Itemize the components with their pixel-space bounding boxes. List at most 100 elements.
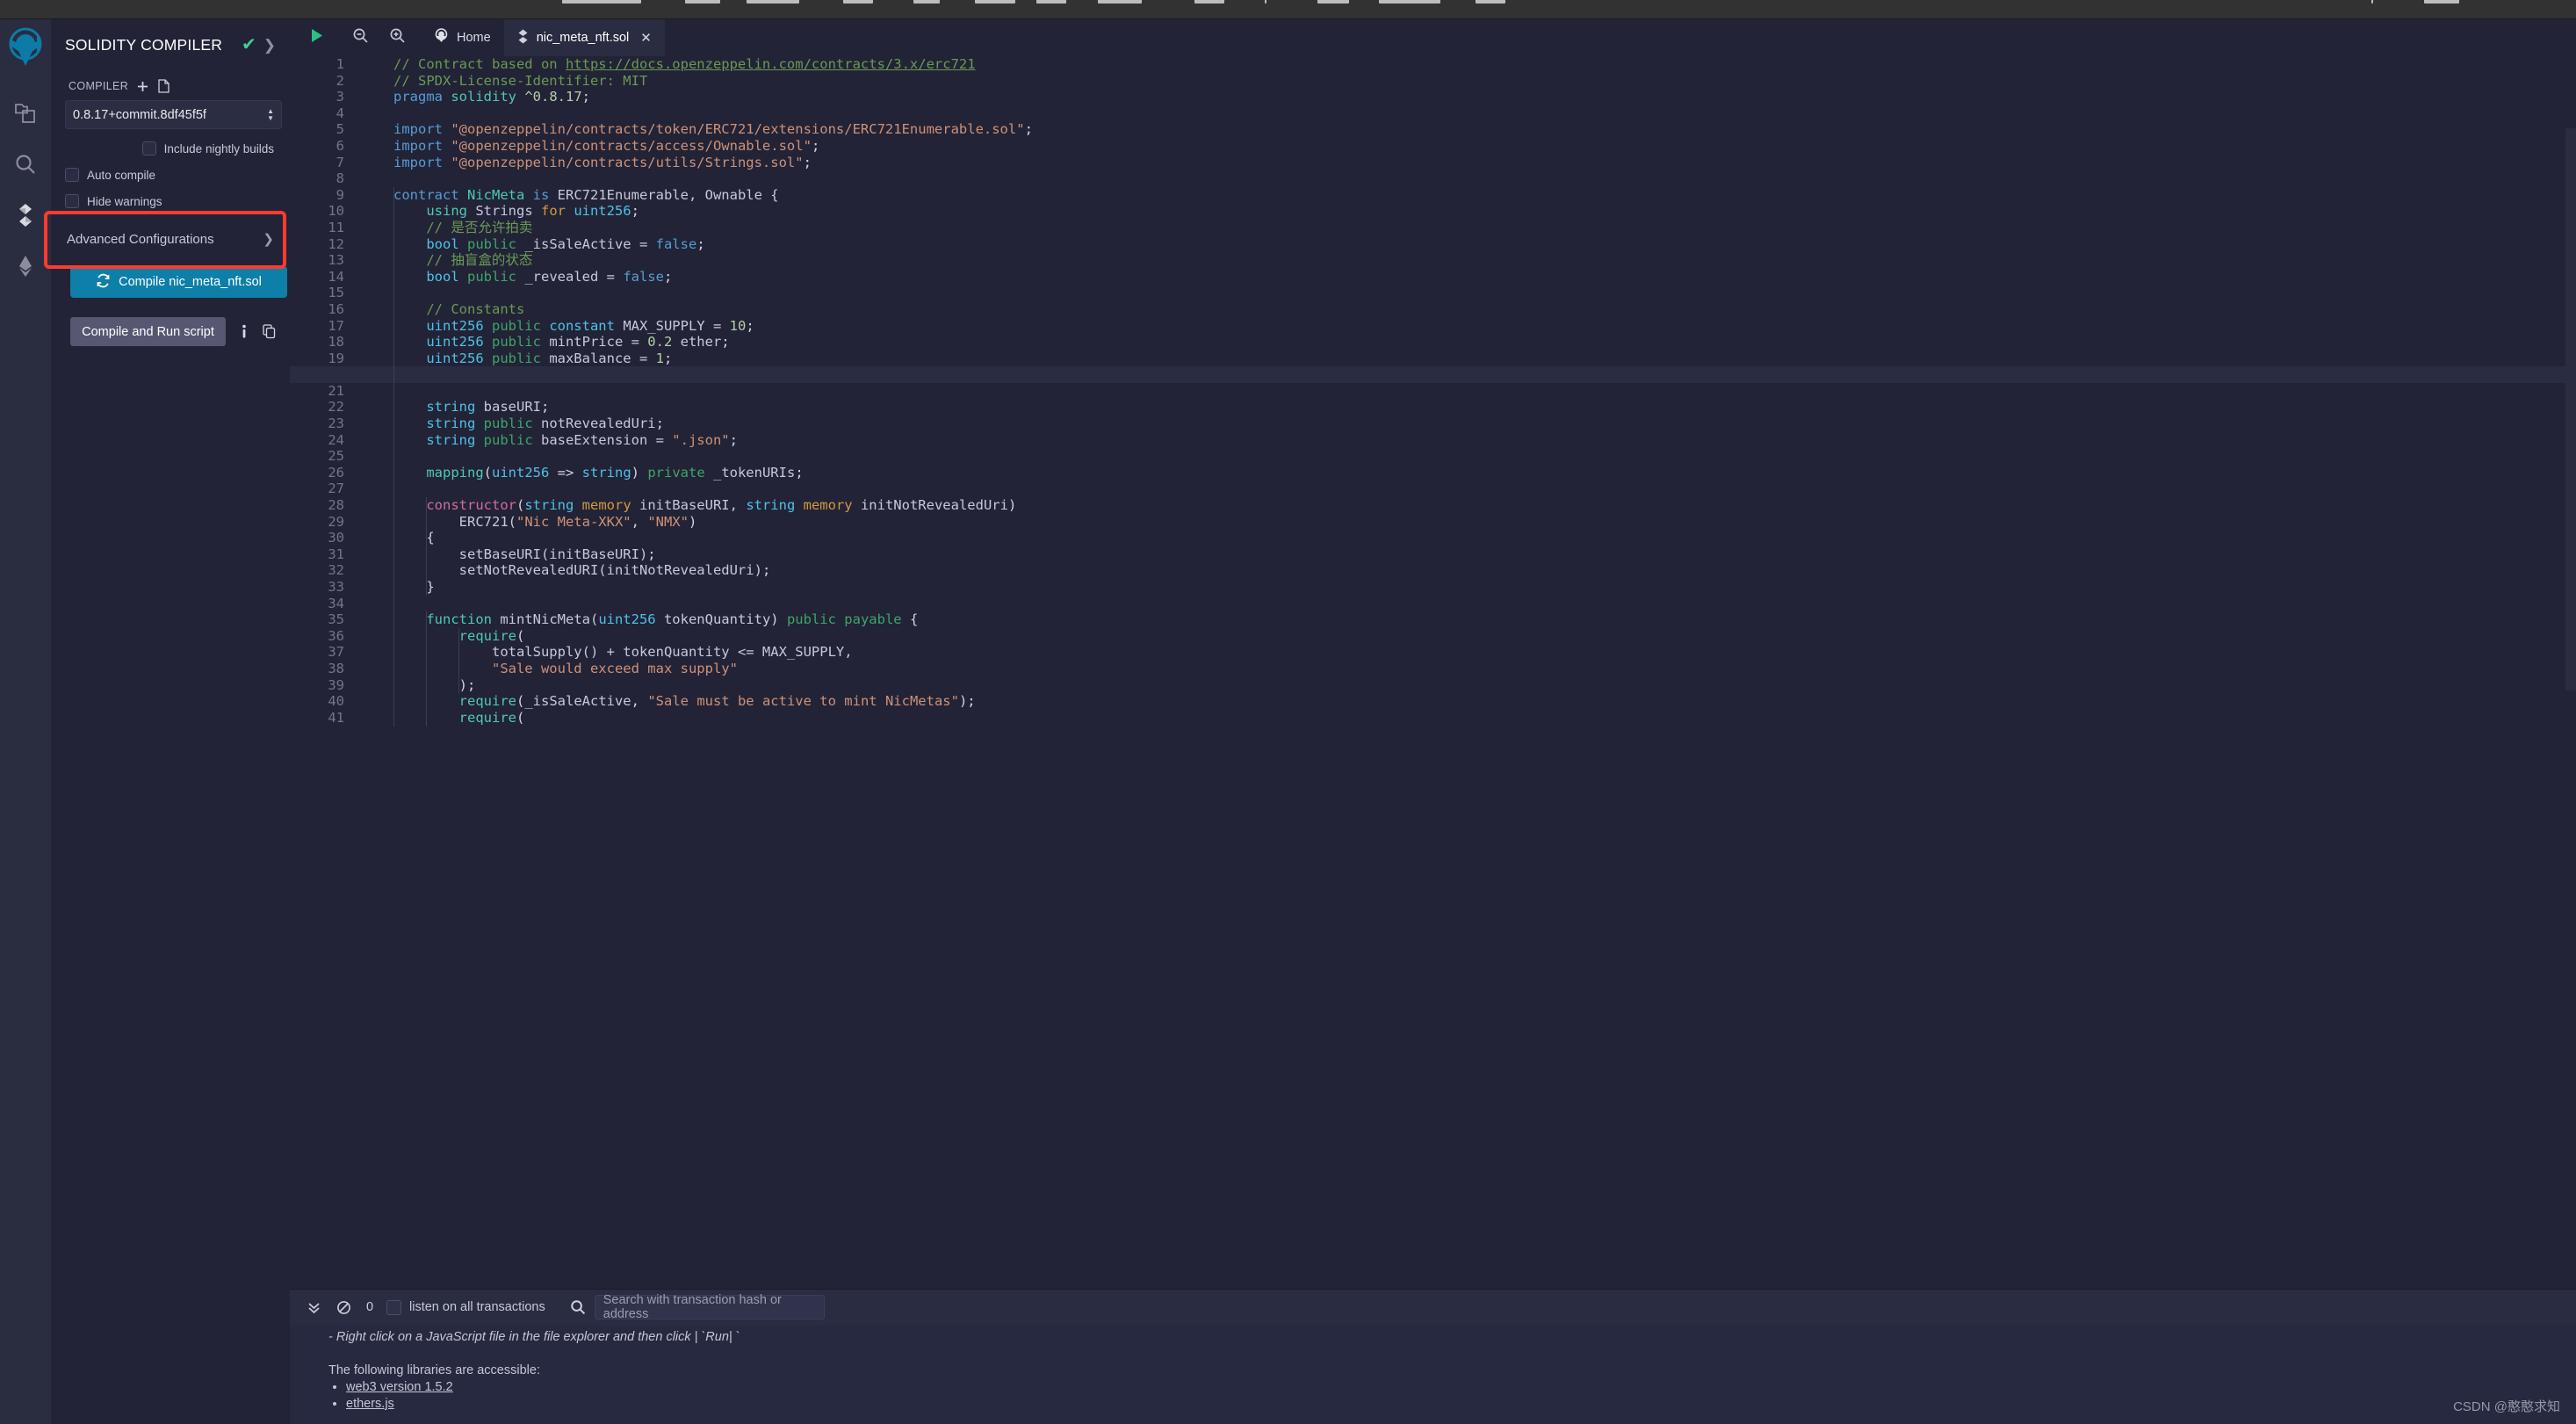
code-line[interactable]: setBaseURI(initBaseURI); [388, 546, 2576, 563]
chevron-updown-icon: ▲ ▼ [267, 106, 274, 122]
code-line[interactable]: ); [388, 677, 2576, 694]
code-line[interactable]: ERC721("Nic Meta-XKX", "NMX") [388, 514, 2576, 531]
clear-console-icon[interactable] [328, 1292, 358, 1322]
code-line[interactable] [388, 383, 2576, 400]
sidebar-item-file-explorer[interactable] [3, 88, 48, 139]
tab-file-label: nic_meta_nft.sol [536, 31, 630, 45]
add-icon[interactable] [136, 80, 149, 93]
sidebar-item-deploy-run[interactable] [3, 241, 48, 292]
code-line[interactable]: require( [388, 628, 2576, 645]
code-line[interactable]: string public notRevealedUri; [388, 416, 2576, 432]
code-line[interactable]: require( [388, 710, 2576, 726]
line-number: 26 [328, 464, 344, 481]
code-line[interactable]: mapping(uint256 => string) private _toke… [388, 465, 2576, 481]
transaction-search-input[interactable]: Search with transaction hash or address [594, 1293, 825, 1321]
panel-header: SOLIDITY COMPILER ✔ ❯ [65, 19, 276, 61]
code-line[interactable] [388, 170, 2576, 187]
terminal-toolbar: 0 listen on all transactions Search with… [290, 1290, 2576, 1325]
file-icon[interactable] [157, 79, 170, 93]
library-link[interactable]: ethers.js [346, 1397, 394, 1411]
code-line[interactable]: // 抽盲盒的状态 [388, 252, 2576, 269]
sidebar-item-search[interactable] [3, 139, 48, 190]
code-line[interactable]: function mintNicMeta(uint256 tokenQuanti… [388, 611, 2576, 628]
code-line[interactable]: // Constants [388, 301, 2576, 318]
code-line[interactable]: using Strings for uint256; [388, 203, 2576, 220]
code-line[interactable] [388, 105, 2576, 122]
editor-tabbar: Home nic_meta_nft.sol ✕ [290, 19, 2576, 56]
code-line[interactable]: constructor(string memory initBaseURI, s… [388, 497, 2576, 514]
listen-all-transactions-label: listen on all transactions [409, 1300, 545, 1314]
line-number: 22 [328, 399, 344, 416]
auto-compile-row[interactable]: Auto compile [65, 168, 276, 182]
include-nightly-builds-row[interactable]: Include nightly builds [65, 141, 276, 155]
search-icon[interactable] [570, 1299, 586, 1315]
line-number: 19 [328, 350, 344, 366]
code-editor[interactable]: 1234567891011121314151617181920212223242… [290, 56, 2576, 1424]
include-nightly-builds-checkbox[interactable] [141, 141, 156, 155]
run-script-button[interactable] [301, 23, 331, 53]
code-line[interactable]: string public baseExtension = ".json"; [388, 432, 2576, 449]
code-line[interactable]: // Contract based on https://docs.openze… [388, 56, 2576, 73]
copy-icon[interactable] [263, 324, 276, 339]
fold-gutter[interactable] [358, 56, 388, 1424]
close-icon[interactable]: ✕ [640, 30, 652, 46]
code-line[interactable] [388, 285, 2576, 301]
code-line[interactable]: uint256 public mintPrice = 0.2 ether; [388, 334, 2576, 351]
icon-rail [0, 19, 51, 1424]
code-line[interactable]: import "@openzeppelin/contracts/utils/St… [388, 155, 2576, 171]
hide-warnings-row[interactable]: Hide warnings [65, 194, 276, 208]
code-line[interactable]: setNotRevealedURI(initNotRevealedUri); [388, 562, 2576, 579]
code-line[interactable]: contract NicMeta is ERC721Enumerable, Ow… [388, 187, 2576, 204]
hide-warnings-checkbox[interactable] [65, 194, 79, 208]
line-number: 10 [328, 203, 344, 220]
list-item: ethers.js [346, 1396, 2576, 1413]
code-content[interactable]: // Contract based on https://docs.openze… [290, 56, 2576, 1424]
compile-and-run-script-button[interactable]: Compile and Run script [70, 317, 226, 346]
code-line[interactable]: uint256 public maxBalance = 1; [388, 351, 2576, 367]
code-line[interactable]: import "@openzeppelin/contracts/access/O… [388, 138, 2576, 155]
code-line[interactable] [388, 481, 2576, 497]
code-line[interactable] [388, 596, 2576, 612]
editor-area: Home nic_meta_nft.sol ✕ 1 2 3 4 5 6 7 8 9 10 11 12 1… [290, 19, 2576, 1424]
line-number-gutter: 1234567891011121314151617181920212223242… [290, 56, 358, 1424]
info-icon[interactable] [238, 324, 250, 339]
auto-compile-label: Auto compile [87, 168, 156, 182]
compile-button[interactable]: Compile nic_meta_nft.sol [70, 266, 287, 298]
code-line[interactable] [388, 448, 2576, 465]
list-item: web3 version 1.5.2 [346, 1379, 2576, 1396]
line-number: 12 [328, 235, 344, 252]
code-line[interactable]: { [388, 530, 2576, 546]
code-line[interactable]: } [388, 579, 2576, 596]
compiler-version-value: 0.8.17+commit.8df45f5f [73, 107, 206, 122]
code-line[interactable]: // 是否允许拍卖 [388, 220, 2576, 236]
chevron-double-down-icon[interactable] [299, 1292, 328, 1322]
zoom-out-button[interactable] [345, 23, 375, 53]
code-line[interactable]: "Sale would exceed max supply" [388, 661, 2576, 677]
listen-all-transactions-checkbox[interactable] [386, 1299, 401, 1315]
line-number: 14 [328, 268, 344, 285]
browser-chrome-strip [0, 0, 2576, 19]
indent-guide [458, 628, 459, 694]
code-line[interactable]: pragma solidity ^0.8.17; [388, 89, 2576, 105]
line-number: 4 [336, 105, 344, 121]
editor-vertical-scrollbar[interactable] [2565, 128, 2576, 690]
code-line[interactable]: totalSupply() + tokenQuantity <= MAX_SUP… [388, 644, 2576, 661]
advanced-configurations-toggle[interactable]: Advanced Configurations ❯ [65, 231, 276, 248]
tab-nic-meta-nft-sol[interactable]: nic_meta_nft.sol ✕ [503, 19, 665, 56]
auto-compile-checkbox[interactable] [65, 168, 79, 182]
code-line[interactable]: require(_isSaleActive, "Sale must be act… [388, 693, 2576, 710]
tab-home[interactable]: Home [421, 19, 504, 56]
code-line[interactable]: // SPDX-License-Identifier: MIT [388, 73, 2576, 90]
remix-logo-icon[interactable] [5, 26, 46, 69]
code-line[interactable]: uint256 public constant MAX_SUPPLY = 10; [388, 318, 2576, 335]
code-line[interactable]: import "@openzeppelin/contracts/token/ER… [388, 121, 2576, 138]
compiler-version-select[interactable]: 0.8.17+commit.8df45f5f ▲ ▼ [65, 100, 282, 129]
zoom-in-button[interactable] [382, 23, 412, 53]
code-line[interactable]: string baseURI; [388, 399, 2576, 416]
code-line[interactable]: bool public _revealed = false; [388, 269, 2576, 286]
code-line[interactable]: bool public _isSaleActive = false; [388, 236, 2576, 253]
compile-success-check-icon[interactable]: ✔ [242, 36, 256, 54]
panel-expand-chevron-icon[interactable]: ❯ [263, 38, 276, 53]
library-link[interactable]: web3 version 1.5.2 [346, 1380, 453, 1394]
sidebar-item-solidity-compiler[interactable] [3, 190, 48, 241]
